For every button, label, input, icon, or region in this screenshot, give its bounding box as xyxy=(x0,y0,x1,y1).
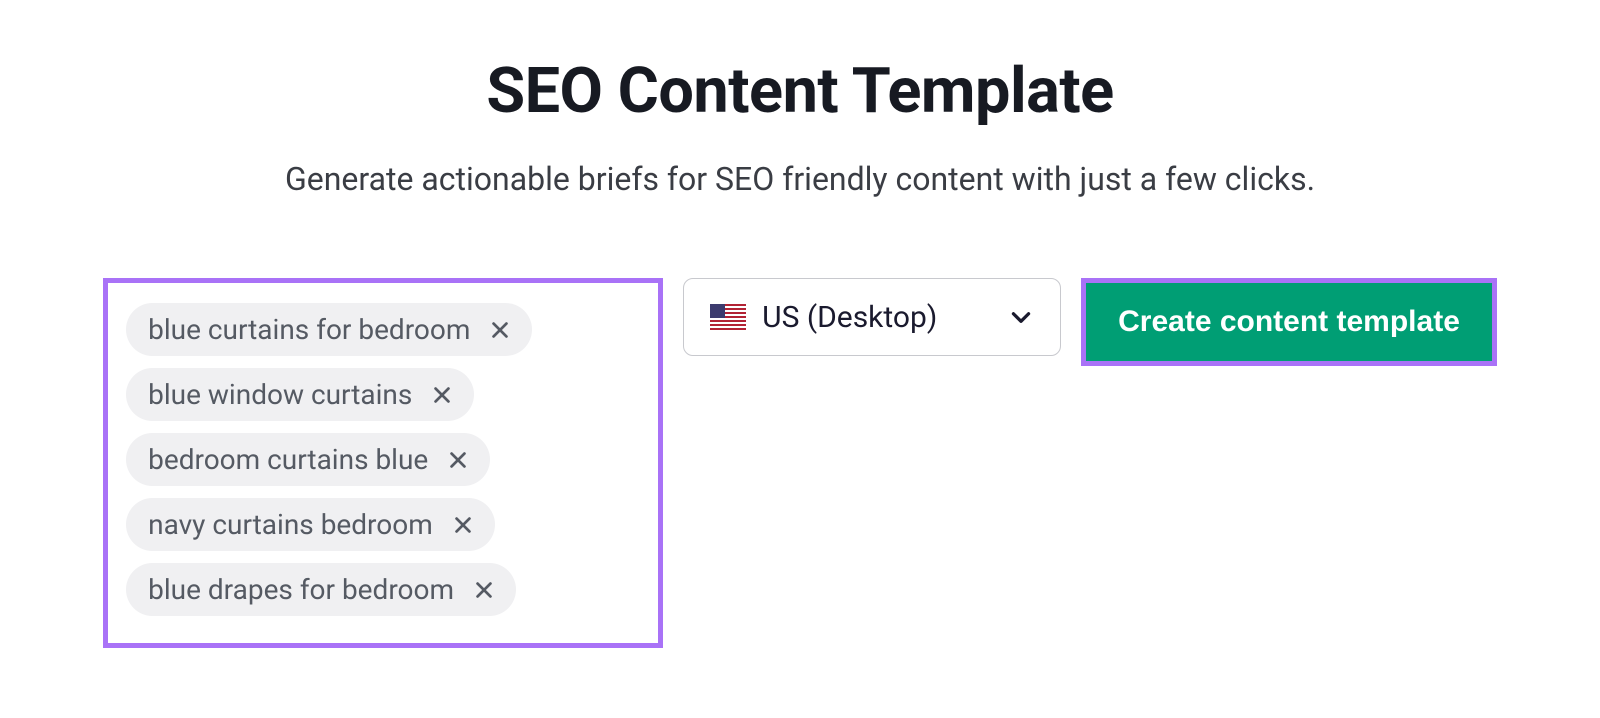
locale-label: US (Desktop) xyxy=(762,300,992,335)
us-flag-icon xyxy=(710,304,746,330)
cta-label: Create content template xyxy=(1118,305,1460,339)
keyword-chip: blue curtains for bedroom xyxy=(126,303,532,356)
keyword-chip-label: blue drapes for bedroom xyxy=(148,573,454,606)
keyword-chip: navy curtains bedroom xyxy=(126,498,495,551)
close-icon[interactable] xyxy=(449,511,477,539)
close-icon[interactable] xyxy=(470,576,498,604)
page-title: SEO Content Template xyxy=(486,55,1113,128)
keywords-input-box[interactable]: blue curtains for bedroom blue window cu… xyxy=(103,278,663,648)
locale-select[interactable]: US (Desktop) xyxy=(683,278,1061,356)
close-icon[interactable] xyxy=(428,381,456,409)
page-container: SEO Content Template Generate actionable… xyxy=(0,0,1600,648)
create-content-template-button[interactable]: Create content template xyxy=(1086,283,1492,361)
keyword-chip-label: blue curtains for bedroom xyxy=(148,313,470,346)
form-row: blue curtains for bedroom blue window cu… xyxy=(103,278,1497,648)
chevron-down-icon xyxy=(1008,304,1034,330)
cta-highlight: Create content template xyxy=(1081,278,1497,366)
keyword-chip: bedroom curtains blue xyxy=(126,433,490,486)
keyword-chip: blue window curtains xyxy=(126,368,474,421)
close-icon[interactable] xyxy=(444,446,472,474)
keyword-chip-label: navy curtains bedroom xyxy=(148,508,433,541)
keyword-chip: blue drapes for bedroom xyxy=(126,563,516,616)
close-icon[interactable] xyxy=(486,316,514,344)
page-subtitle: Generate actionable briefs for SEO frien… xyxy=(285,160,1315,198)
keyword-chip-label: bedroom curtains blue xyxy=(148,443,428,476)
keyword-chip-label: blue window curtains xyxy=(148,378,412,411)
